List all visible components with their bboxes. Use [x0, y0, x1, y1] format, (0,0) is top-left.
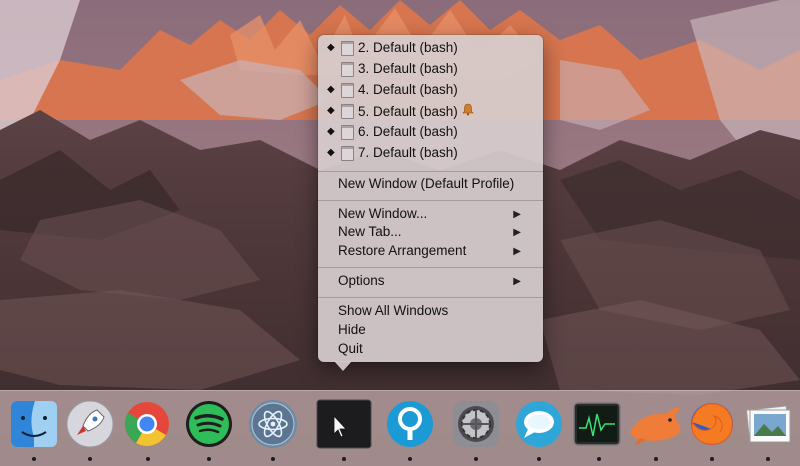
launchpad-icon[interactable] — [64, 398, 116, 450]
running-indicator — [408, 457, 412, 461]
options-item[interactable]: Options ▶ — [338, 273, 533, 291]
window-item-7[interactable]: ◆ 7. Default (bash) — [318, 143, 543, 163]
window-item-label-text: 5. Default (bash) — [358, 104, 458, 119]
running-indicator — [32, 457, 36, 461]
window-item-label: 7. Default (bash) — [358, 145, 458, 160]
window-item-3[interactable]: 3. Default (bash) — [318, 59, 543, 79]
sourcetree-icon[interactable] — [384, 398, 436, 450]
show-all-windows-item[interactable]: Show All Windows — [338, 303, 533, 321]
terminal-window-icon — [341, 62, 354, 77]
messages-icon[interactable] — [513, 398, 565, 450]
window-item-6[interactable]: ◆ 6. Default (bash) — [318, 122, 543, 142]
activity-monitor-icon[interactable] — [571, 398, 623, 450]
preview-icon[interactable] — [742, 398, 794, 450]
active-window-diamond-icon: ◆ — [327, 42, 335, 53]
submenu-arrow-icon: ▶ — [513, 227, 521, 238]
running-indicator — [766, 457, 770, 461]
menu-item-label: New Window... — [338, 206, 428, 221]
new-window-default-profile-item[interactable]: New Window (Default Profile) — [338, 176, 533, 194]
firefox-icon[interactable] — [686, 398, 738, 450]
new-tab-item[interactable]: New Tab... ▶ — [338, 224, 533, 242]
window-item-label: 5. Default (bash) — [358, 103, 474, 119]
menu-item-label: New Tab... — [338, 224, 402, 239]
menu-pointer-tail — [334, 361, 352, 371]
menu-item-label: Show All Windows — [338, 303, 449, 318]
running-indicator — [146, 457, 150, 461]
menu-item-label: Restore Arrangement — [338, 243, 467, 258]
dock-context-menu: ◆ 2. Default (bash) 3. Default (bash) ◆ … — [318, 35, 543, 362]
bell-icon — [462, 103, 474, 119]
running-indicator — [207, 457, 211, 461]
submenu-arrow-icon: ▶ — [513, 276, 521, 287]
running-indicator — [271, 457, 275, 461]
running-indicator — [342, 457, 346, 461]
spotify-icon[interactable] — [183, 398, 235, 450]
window-item-2[interactable]: ◆ 2. Default (bash) — [318, 38, 543, 58]
system-preferences-icon[interactable] — [450, 398, 502, 450]
active-window-diamond-icon: ◆ — [327, 147, 335, 158]
menu-separator — [318, 267, 543, 268]
running-indicator — [537, 457, 541, 461]
submenu-arrow-icon: ▶ — [513, 246, 521, 257]
terminal-window-icon — [341, 41, 354, 56]
submenu-arrow-icon: ▶ — [513, 209, 521, 220]
chrome-icon[interactable] — [121, 398, 173, 450]
menu-separator — [318, 171, 543, 172]
menu-item-label: Quit — [338, 341, 363, 356]
window-item-label: 4. Default (bash) — [358, 82, 458, 97]
iterm-icon[interactable] — [316, 398, 372, 450]
menu-item-label: Hide — [338, 322, 366, 337]
running-indicator — [597, 457, 601, 461]
window-item-4[interactable]: ◆ 4. Default (bash) — [318, 80, 543, 100]
window-item-label: 3. Default (bash) — [358, 61, 458, 76]
running-indicator — [710, 457, 714, 461]
new-window-item[interactable]: New Window... ▶ — [338, 206, 533, 224]
terminal-window-icon — [341, 146, 354, 161]
active-window-diamond-icon: ◆ — [327, 105, 335, 116]
window-item-label: 2. Default (bash) — [358, 40, 458, 55]
quit-item[interactable]: Quit — [338, 341, 533, 359]
hide-item[interactable]: Hide — [338, 322, 533, 340]
terminal-window-icon — [341, 83, 354, 98]
terminal-window-icon — [341, 125, 354, 140]
atom-icon[interactable] — [247, 398, 299, 450]
running-indicator — [474, 457, 478, 461]
window-item-label: 6. Default (bash) — [358, 124, 458, 139]
menu-separator — [318, 297, 543, 298]
finder-icon[interactable] — [8, 398, 60, 450]
menu-item-label: Options — [338, 273, 385, 288]
terminal-window-icon — [341, 104, 354, 119]
dolphin-app-icon[interactable] — [626, 398, 686, 450]
window-item-5[interactable]: ◆ 5. Default (bash) — [318, 101, 543, 121]
restore-arrangement-item[interactable]: Restore Arrangement ▶ — [338, 243, 533, 261]
running-indicator — [88, 457, 92, 461]
active-window-diamond-icon: ◆ — [327, 126, 335, 137]
active-window-diamond-icon: ◆ — [327, 84, 335, 95]
menu-item-label: New Window (Default Profile) — [338, 176, 515, 191]
menu-separator — [318, 200, 543, 201]
running-indicator — [654, 457, 658, 461]
